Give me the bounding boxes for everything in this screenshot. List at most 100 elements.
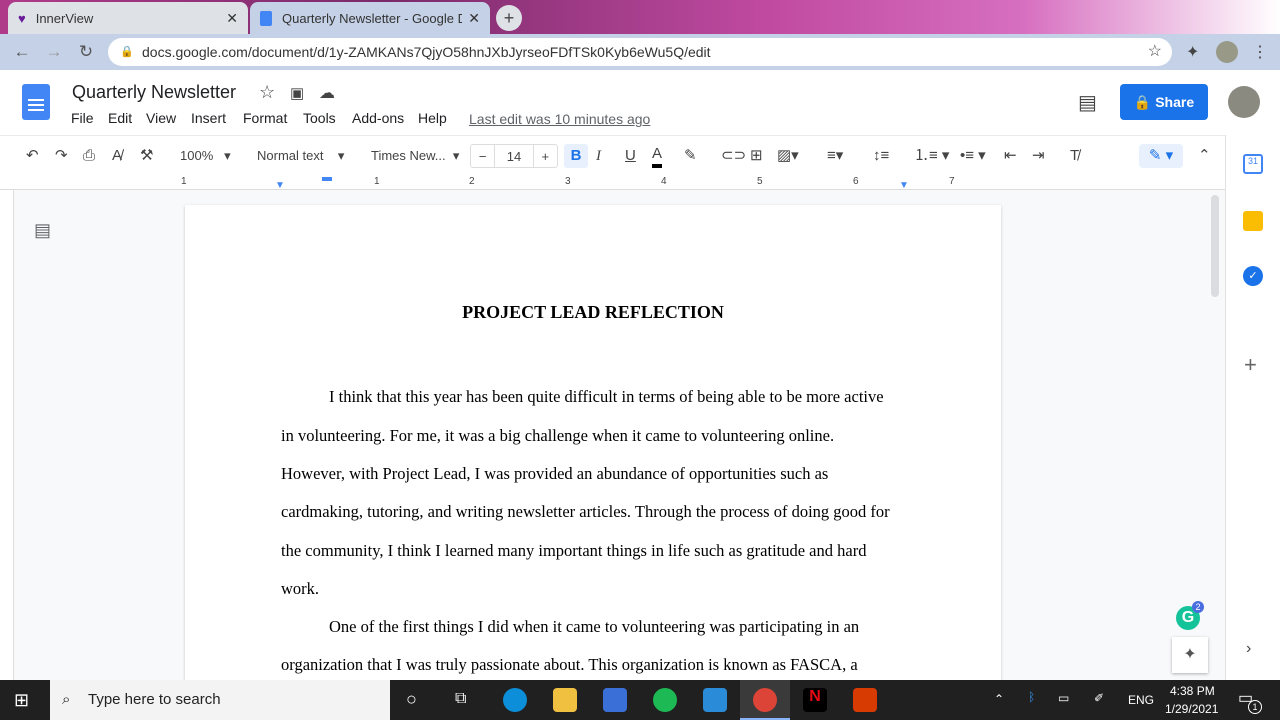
docs-logo-icon[interactable] bbox=[22, 84, 50, 120]
numbered-list-icon[interactable]: ⒈≡ ▾ bbox=[914, 144, 949, 168]
left-indent-marker[interactable]: ▼ bbox=[275, 180, 285, 191]
right-indent-marker[interactable]: ▼ bbox=[899, 180, 909, 191]
battery-icon[interactable]: ▭ bbox=[1058, 691, 1069, 705]
paint-format-icon[interactable]: ⚒ bbox=[140, 144, 153, 168]
document-outline-icon[interactable]: ▤ bbox=[34, 220, 51, 241]
close-tab-icon[interactable]: ✕ bbox=[468, 10, 480, 27]
bluetooth-icon[interactable]: ᛒ bbox=[1028, 690, 1035, 704]
language-indicator[interactable]: ENG bbox=[1128, 693, 1154, 707]
paragraph-line: in volunteering. For me, it was a big ch… bbox=[281, 426, 835, 445]
scrollbar-thumb[interactable] bbox=[1211, 195, 1219, 297]
windows-start-icon[interactable]: ⊞ bbox=[14, 690, 29, 711]
move-folder-icon[interactable]: ▣ bbox=[290, 84, 304, 102]
increase-size-button[interactable]: + bbox=[534, 145, 557, 167]
url-input[interactable]: 🔒 docs.google.com/document/d/1y-ZAMKANs7Q… bbox=[108, 38, 1172, 66]
decrease-indent-icon[interactable]: ⇤ bbox=[1004, 144, 1017, 168]
menu-file[interactable]: File bbox=[71, 110, 94, 126]
font-size-stepper[interactable]: −14 + bbox=[470, 144, 558, 168]
undo-icon[interactable]: ↶ bbox=[26, 144, 39, 168]
highlight-icon[interactable]: ✎ bbox=[684, 144, 697, 168]
cortana-icon[interactable]: ○ bbox=[406, 689, 417, 710]
ruler-label: 5 bbox=[757, 176, 763, 187]
keep-icon[interactable] bbox=[1243, 211, 1263, 231]
cloud-status-icon[interactable]: ☁ bbox=[319, 83, 335, 103]
explore-button[interactable]: ✦ bbox=[1172, 637, 1208, 673]
extensions-icon[interactable]: ✦ bbox=[1186, 42, 1199, 62]
tab-docs[interactable]: Quarterly Newsletter - Google Do ✕ bbox=[250, 2, 490, 34]
edge-icon[interactable] bbox=[503, 688, 527, 712]
document-title[interactable]: Quarterly Newsletter bbox=[72, 82, 236, 103]
grammarly-badge: 2 bbox=[1192, 601, 1204, 613]
netflix-icon[interactable]: N bbox=[803, 688, 827, 712]
zoom-select[interactable]: 100% ▾ bbox=[180, 144, 231, 168]
add-addon-icon[interactable]: + bbox=[1244, 352, 1257, 378]
ruler-label: 4 bbox=[661, 176, 667, 187]
ruler-label: 7 bbox=[949, 176, 955, 187]
spellcheck-icon[interactable]: A̸ bbox=[112, 144, 122, 168]
office-icon[interactable] bbox=[853, 688, 877, 712]
add-comment-icon[interactable]: ⊞ bbox=[750, 144, 763, 168]
spotify-icon[interactable] bbox=[653, 688, 677, 712]
search-placeholder: Type here to search bbox=[88, 691, 221, 708]
forward-icon[interactable]: → bbox=[38, 42, 70, 62]
mail-icon[interactable] bbox=[703, 688, 727, 712]
increase-indent-icon[interactable]: ⇥ bbox=[1032, 144, 1045, 168]
line-spacing-icon[interactable]: ↕≡ bbox=[873, 144, 889, 168]
menu-tools[interactable]: Tools bbox=[303, 110, 336, 126]
bulleted-list-icon[interactable]: •≡ ▾ bbox=[960, 144, 986, 168]
chrome-taskbar-item[interactable] bbox=[740, 680, 790, 720]
star-icon[interactable]: ☆ bbox=[259, 82, 275, 103]
redo-icon[interactable]: ↷ bbox=[55, 144, 68, 168]
comments-icon[interactable]: ▤ bbox=[1078, 90, 1097, 115]
profile-avatar[interactable] bbox=[1216, 41, 1238, 63]
menu-format[interactable]: Format bbox=[243, 110, 287, 126]
task-view-icon[interactable]: ⧉ bbox=[455, 690, 466, 708]
clock-date[interactable]: 1/29/2021 bbox=[1165, 702, 1218, 716]
new-tab-button[interactable]: + bbox=[496, 5, 522, 31]
italic-button[interactable]: I bbox=[596, 144, 601, 168]
menu-view[interactable]: View bbox=[146, 110, 176, 126]
menu-addons[interactable]: Add-ons bbox=[352, 110, 404, 126]
last-edit-link[interactable]: Last edit was 10 minutes ago bbox=[469, 111, 650, 127]
reload-icon[interactable]: ↻ bbox=[70, 42, 102, 62]
underline-button[interactable]: U bbox=[625, 144, 636, 168]
taskbar-search[interactable]: ⌕ Type here to search bbox=[50, 680, 390, 720]
store-icon[interactable] bbox=[603, 688, 627, 712]
formatting-toolbar: ↶ ↷ ⎙ A̸ ⚒ 100% ▾ Normal text ▾ Times Ne… bbox=[0, 135, 1225, 175]
bookmark-star-icon[interactable]: ☆ bbox=[1148, 38, 1162, 66]
print-icon[interactable]: ⎙ bbox=[83, 144, 95, 168]
decrease-size-button[interactable]: − bbox=[471, 145, 494, 167]
clock-time[interactable]: 4:38 PM bbox=[1170, 684, 1215, 698]
horizontal-ruler: 1 1 2 3 4 5 6 7 ▼ ▼ bbox=[0, 175, 1225, 191]
document-page[interactable]: PROJECT LEAD REFLECTION I think that thi… bbox=[185, 205, 1001, 685]
clear-formatting-icon[interactable]: T̸ bbox=[1070, 144, 1079, 168]
close-tab-icon[interactable]: ✕ bbox=[226, 10, 238, 27]
collapse-toolbar-icon[interactable]: ⌃ bbox=[1198, 144, 1211, 168]
expand-panel-icon[interactable]: › bbox=[1246, 640, 1251, 658]
text-color-button[interactable]: A bbox=[652, 144, 663, 168]
first-line-indent-marker[interactable] bbox=[322, 177, 332, 181]
ruler-label: 6 bbox=[853, 176, 859, 187]
font-size-input[interactable]: 14 bbox=[494, 145, 534, 167]
show-hidden-icons[interactable]: ⌃ bbox=[994, 692, 1004, 706]
file-explorer-icon[interactable] bbox=[553, 688, 577, 712]
tab-innerview[interactable]: ♥ InnerView ✕ bbox=[8, 2, 248, 34]
calendar-icon[interactable]: 31 bbox=[1243, 154, 1263, 174]
bold-button[interactable]: B bbox=[564, 144, 588, 168]
tasks-icon[interactable]: ✓ bbox=[1243, 266, 1263, 286]
menu-edit[interactable]: Edit bbox=[108, 110, 132, 126]
back-icon[interactable]: ← bbox=[6, 42, 38, 62]
browser-menu-icon[interactable]: ⋮ bbox=[1252, 42, 1268, 62]
menu-help[interactable]: Help bbox=[418, 110, 447, 126]
editing-mode-button[interactable]: ✎ ▾ bbox=[1139, 144, 1183, 168]
align-icon[interactable]: ≡▾ bbox=[827, 144, 843, 168]
docs-header: Quarterly Newsletter ☆ ▣ ☁ File Edit Vie… bbox=[0, 70, 1280, 135]
style-select[interactable]: Normal text ▾ bbox=[257, 144, 344, 168]
menu-insert[interactable]: Insert bbox=[191, 110, 226, 126]
pen-icon[interactable]: ✐ bbox=[1094, 691, 1104, 705]
link-icon[interactable]: ⊂⊃ bbox=[721, 144, 746, 168]
font-select[interactable]: Times New... ▾ bbox=[371, 144, 459, 168]
insert-image-icon[interactable]: ▨▾ bbox=[777, 144, 799, 168]
account-avatar[interactable] bbox=[1228, 86, 1260, 118]
share-button[interactable]: 🔒 Share bbox=[1120, 84, 1208, 120]
